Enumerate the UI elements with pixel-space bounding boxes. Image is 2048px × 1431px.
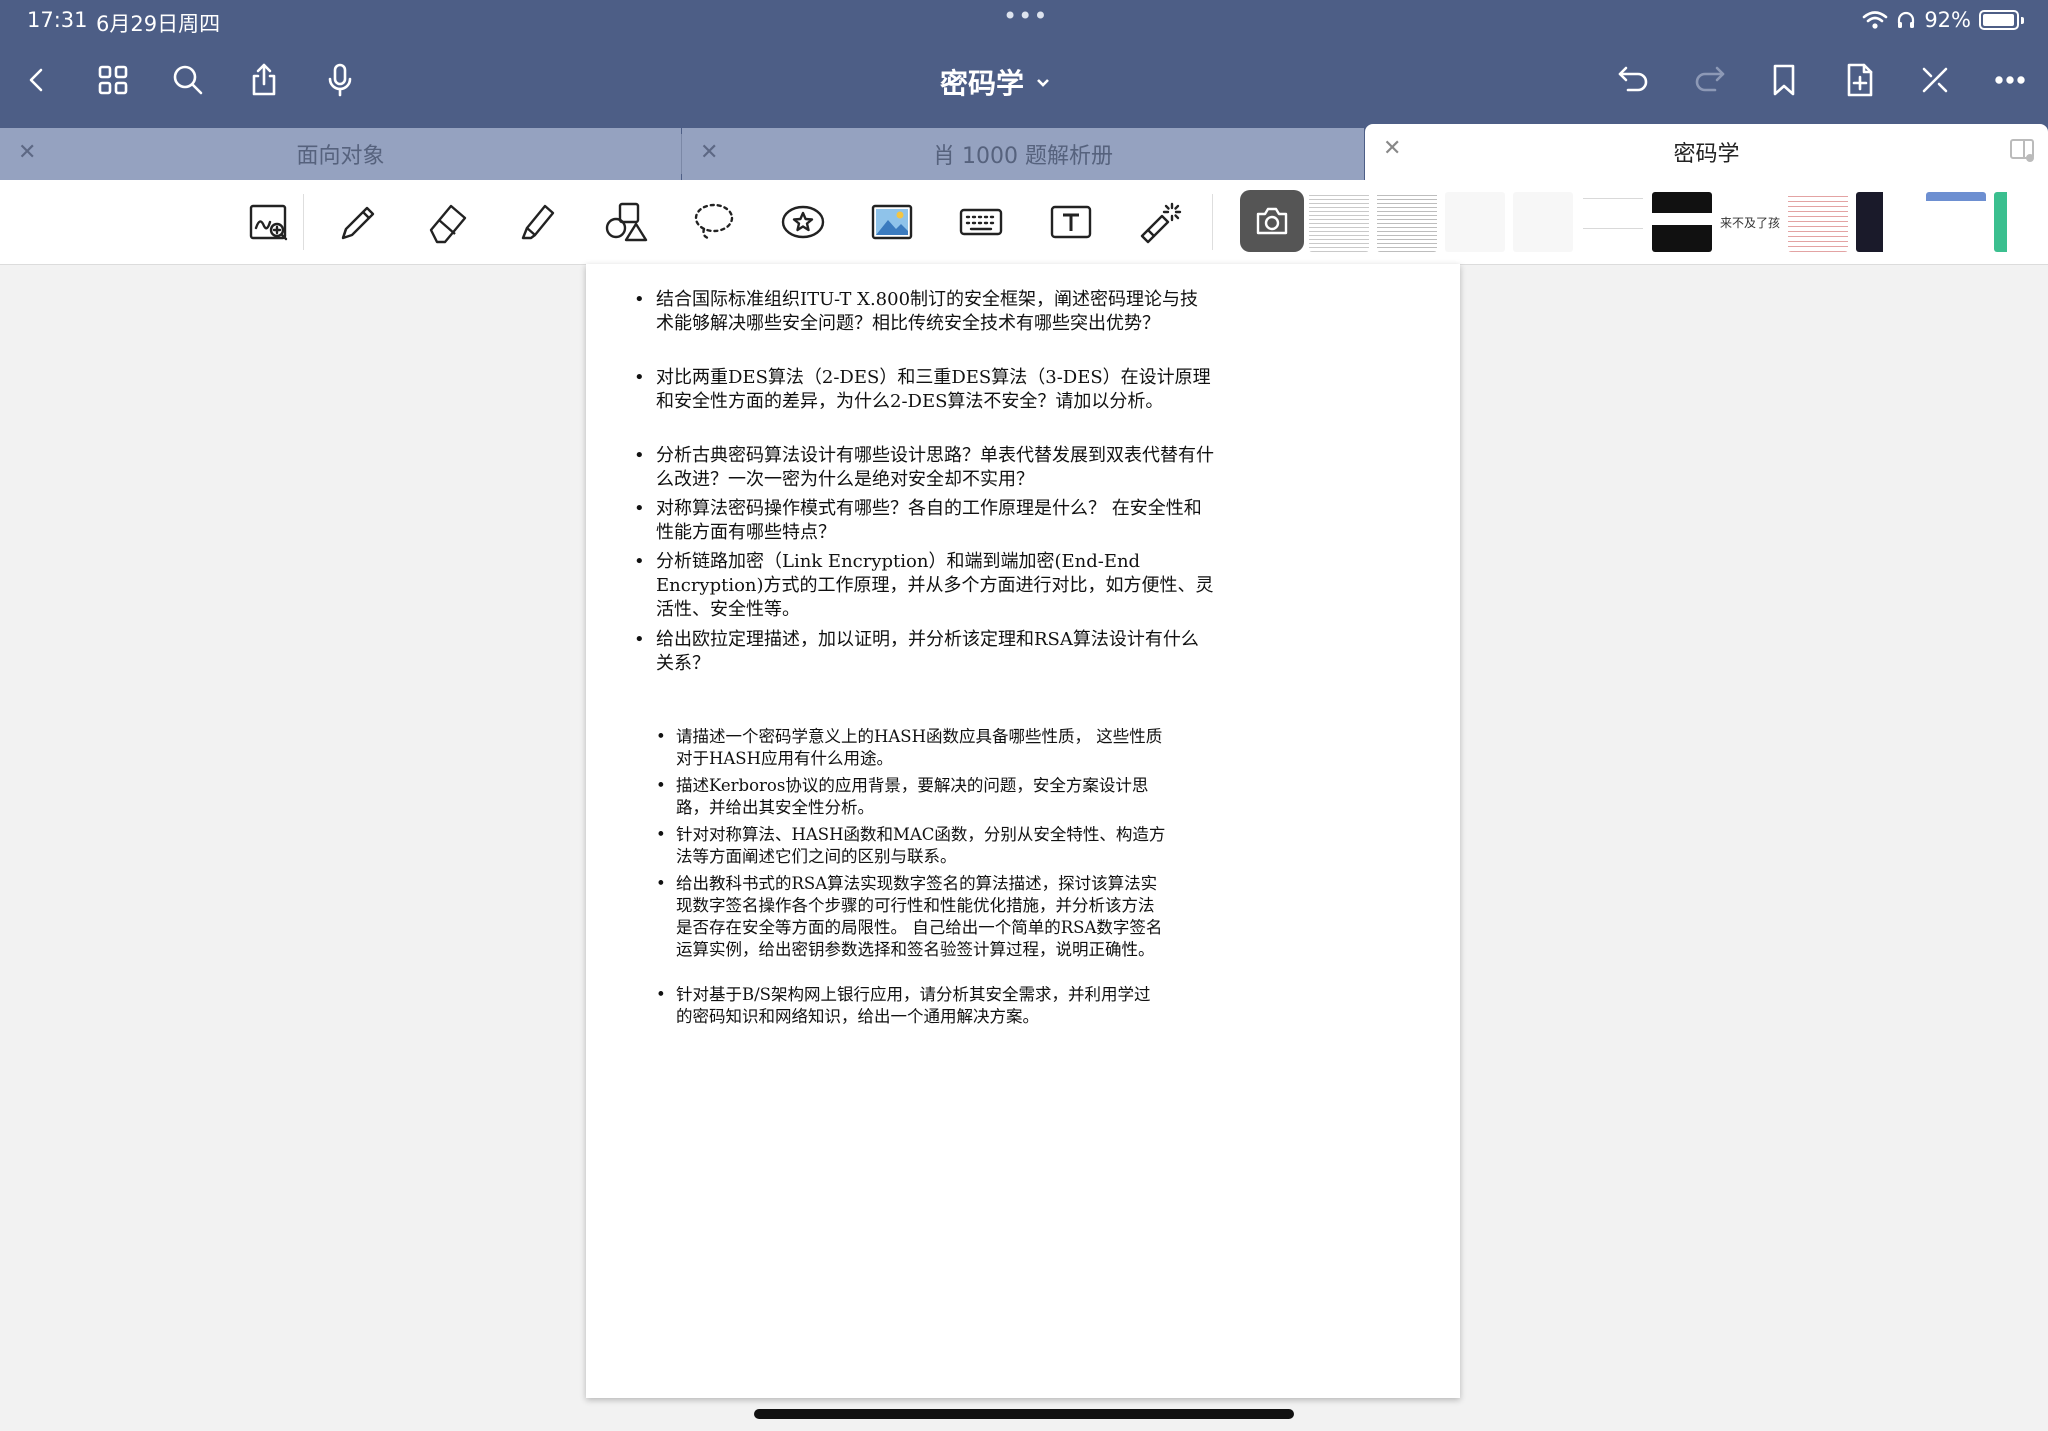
tab-label: 肖 1000 题解析册 [933, 144, 1113, 169]
status-time: 17:31 [27, 8, 88, 32]
image-icon[interactable] [864, 194, 920, 250]
tab-cryptography[interactable]: ✕ 密码学 [1365, 124, 2048, 180]
sticker-icon[interactable] [775, 194, 831, 250]
toolbar-separator [1212, 194, 1213, 250]
chevron-down-icon [1037, 79, 1049, 87]
thumbnail[interactable] [1513, 192, 1573, 252]
status-date: 6月29日周四 [96, 12, 221, 36]
question-item: 请描述一个密码学意义上的HASH函数应具备哪些性质， 这些性质对于HASH应用有… [656, 726, 1166, 770]
thumbnail[interactable] [1445, 192, 1505, 252]
question-item: 对比两重DES算法（2-DES）和三重DES算法（3-DES）在设计原理和安全性… [634, 366, 1216, 414]
question-item: 给出欧拉定理描述，加以证明，并分析该定理和RSA算法设计有什么关系？ [634, 628, 1216, 676]
add-page-icon[interactable] [1838, 58, 1882, 102]
document-page[interactable]: 结合国际标准组织ITU-T X.800制订的安全框架，阐述密码理论与技术能够解决… [586, 264, 1460, 1398]
battery-nub [2021, 16, 2024, 24]
share-icon[interactable] [242, 58, 286, 102]
home-indicator[interactable] [754, 1409, 1294, 1419]
tab-1000-questions[interactable]: ✕ 肖 1000 题解析册 [682, 128, 1364, 180]
close-tab-icon[interactable]: ✕ [700, 140, 718, 165]
tab-label: 面向对象 [296, 144, 385, 169]
bookmark-icon[interactable] [1762, 58, 1806, 102]
tab-bar: ✕ 面向对象 ✕ 肖 1000 题解析册 ✕ 密码学 [0, 124, 2048, 180]
close-toolbar-icon[interactable] [1913, 58, 1957, 102]
toolbar-separator [303, 194, 304, 250]
shapes-icon[interactable] [598, 194, 654, 250]
tab-label: 密码学 [1673, 142, 1740, 167]
highlighter-icon[interactable] [509, 194, 565, 250]
document-title-menu[interactable]: 密码学 [940, 60, 1052, 104]
split-view-icon[interactable] [2008, 136, 2036, 164]
redo-icon[interactable] [1687, 58, 1731, 102]
thumbnail[interactable] [1652, 192, 1712, 252]
text-box-icon[interactable] [1043, 194, 1099, 250]
close-tab-icon[interactable]: ✕ [1383, 136, 1401, 161]
battery-icon [1979, 10, 2019, 30]
question-item: 给出教科书式的RSA算法实现数字签名的算法描述，探讨该算法实现数字签名操作各个步… [656, 873, 1166, 961]
question-item: 描述Kerboros协议的应用背景，要解决的问题，安全方案设计思路，并给出其安全… [656, 775, 1166, 819]
multitasking-dots-icon[interactable]: ••• [1003, 2, 1048, 30]
laser-pointer-icon[interactable] [1132, 194, 1188, 250]
question-item: 对称算法密码操作模式有哪些？各自的工作原理是什么？ 在安全性和性能方面有哪些特点… [634, 497, 1216, 545]
thumbnail[interactable] [1309, 192, 1369, 252]
question-item: 分析古典密码算法设计有哪些设计思路？单表代替发展到双表代替有什么改进？一次一密为… [634, 444, 1216, 492]
wifi-icon [1863, 11, 1888, 29]
thumbnail[interactable] [1994, 192, 2038, 252]
thumbnail[interactable] [1926, 192, 1986, 252]
undo-icon[interactable] [1612, 58, 1656, 102]
grid-icon[interactable] [91, 58, 135, 102]
pen-icon[interactable] [329, 194, 385, 250]
more-icon[interactable] [1988, 58, 2032, 102]
camera-icon[interactable] [1240, 190, 1304, 252]
keyboard-icon[interactable] [953, 194, 1009, 250]
question-item: 针对对称算法、HASH函数和MAC函数，分别从安全特性、构造方法等方面阐述它们之… [656, 824, 1166, 868]
status-right: 92% [1862, 8, 2024, 32]
thumbnail[interactable]: 来不及了孩 [1720, 192, 1780, 252]
question-item: 分析链路加密（Link Encryption）和端到端加密(End-End En… [634, 550, 1216, 622]
document-title: 密码学 [940, 67, 1025, 100]
eraser-icon[interactable] [419, 194, 475, 250]
zoom-write-icon[interactable] [241, 194, 297, 250]
lasso-icon[interactable] [686, 194, 742, 250]
top-bar: 17:31 6月29日周四 ••• 92% 密码学 [0, 0, 2048, 128]
drawing-toolbar: 来不及了孩 [0, 180, 2048, 265]
headphones-icon [1898, 11, 1915, 28]
thumbnail[interactable] [1377, 192, 1437, 252]
thumbnail[interactable] [1583, 192, 1643, 252]
tab-oop[interactable]: ✕ 面向对象 [0, 128, 681, 180]
close-tab-icon[interactable]: ✕ [18, 140, 36, 165]
question-item: 结合国际标准组织ITU-T X.800制订的安全框架，阐述密码理论与技术能够解决… [634, 288, 1216, 336]
thumbnail[interactable] [1788, 192, 1848, 252]
question-item: 针对基于B/S架构网上银行应用，请分析其安全需求，并利用学过的密码知识和网络知识… [656, 984, 1166, 1028]
back-icon[interactable] [15, 58, 59, 102]
thumbnail[interactable] [1856, 192, 1916, 252]
search-icon[interactable] [166, 58, 210, 102]
microphone-icon[interactable] [318, 58, 362, 102]
battery-percent: 92% [1924, 8, 1971, 32]
